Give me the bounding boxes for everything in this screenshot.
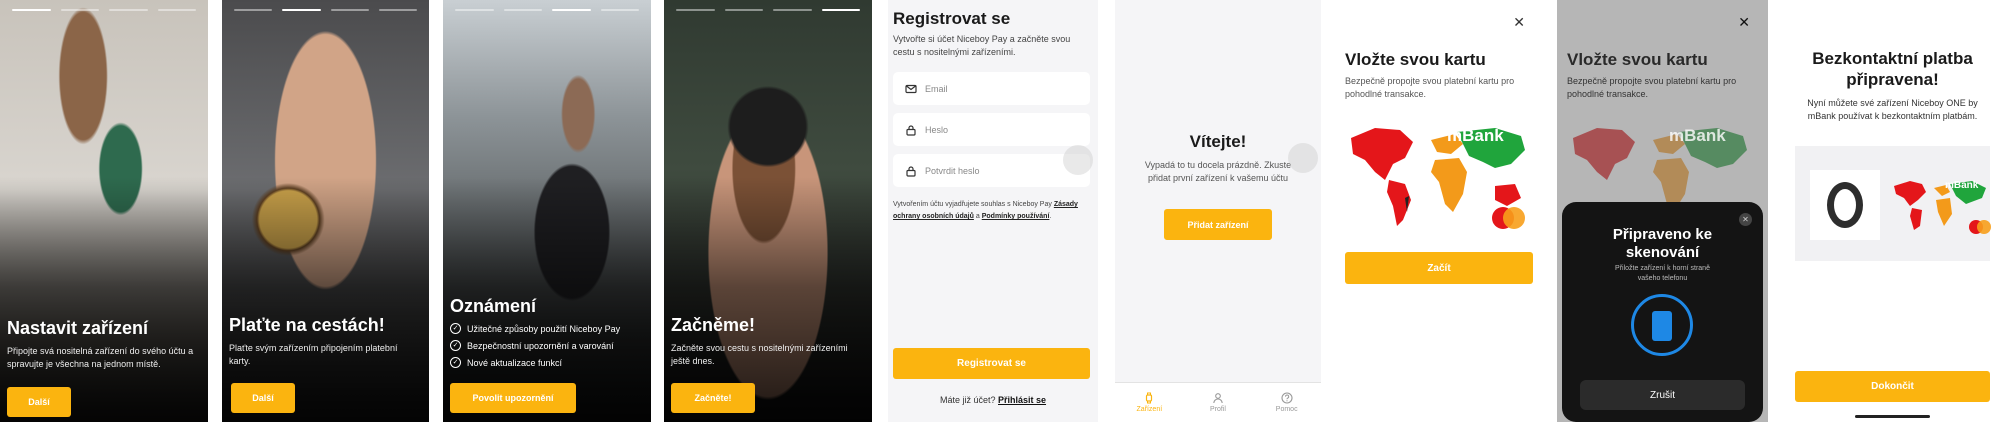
progress-indicator xyxy=(234,9,417,11)
mail-icon xyxy=(905,84,917,93)
onboarding-title: Oznámení xyxy=(450,296,537,316)
confirm-placeholder: Potvrdit heslo xyxy=(925,165,980,176)
enable-notifications-button[interactable]: Povolit upozornění xyxy=(450,383,576,413)
onboarding-screen-1: Nastavit zařízení Připojte svá nositelná… xyxy=(0,0,208,422)
next-button[interactable]: Další xyxy=(7,387,71,417)
feature-text: Bezpečnostní upozornění a varování xyxy=(467,340,614,351)
bank-logo: mBank xyxy=(1945,180,1979,191)
onboarding-text: Připojte svá nositelná zařízení do svého… xyxy=(7,346,194,369)
scan-screen: ✕ Vložte svou kartu Bezpečně propojte sv… xyxy=(1557,0,1768,422)
onboarding-title: Plaťte na cestách! xyxy=(229,315,385,335)
world-map-card-image xyxy=(1573,128,1747,210)
watch-icon xyxy=(1146,392,1153,404)
onboarding-screen-2: Plaťte na cestách! Plaťte svým zařízením… xyxy=(222,0,429,422)
feature-item: ✓ Užitečné způsoby použití Niceboy Pay xyxy=(450,323,620,334)
photo-shade xyxy=(0,177,208,422)
onboarding-text: Plaťte svým zařízením připojením platebn… xyxy=(229,343,398,366)
feature-item: ✓ Bezpečnostní upozornění a varování xyxy=(450,340,620,351)
onboarding-title: Nastavit zařízení xyxy=(7,318,149,338)
finish-button[interactable]: Dokončit xyxy=(1795,371,1990,402)
feature-item: ✓ Nové aktualizace funkcí xyxy=(450,357,620,368)
product-image-area: mBank xyxy=(1795,146,1993,261)
terms-suffix: . xyxy=(1049,213,1052,220)
login-row: Máte již účet? Přihlásit se xyxy=(888,395,1098,405)
email-field[interactable]: Email xyxy=(893,72,1090,105)
onboarding-screen-3: Oznámení ✓ Užitečné způsoby použití Niceb… xyxy=(443,0,651,422)
bank-logo: mBank xyxy=(1669,126,1726,145)
scroll-ghost xyxy=(1288,143,1318,173)
onboarding-text: Začněte svou cestu s nositelnými zařízen… xyxy=(671,343,848,366)
feature-list: ✓ Užitečné způsoby použití Niceboy Pay ✓ B… xyxy=(450,323,620,368)
lock-icon xyxy=(906,165,916,177)
tab-devices[interactable]: Zařízení xyxy=(1115,383,1184,422)
start-button[interactable]: Začít xyxy=(1345,252,1533,284)
help-icon xyxy=(1281,392,1293,404)
page-title: Vložte svou kartu xyxy=(1345,50,1486,69)
onboarding-screen-4: Začněme! Začněte svou cestu s nositelným… xyxy=(664,0,872,422)
page-title: Vložte svou kartu xyxy=(1567,50,1708,69)
register-button[interactable]: Registrovat se xyxy=(893,348,1090,379)
mastercard-logo xyxy=(1969,220,1993,234)
payment-ready-screen: Bezkontaktní platba připravena! Nyní můž… xyxy=(1785,0,2000,422)
close-icon[interactable]: ✕ xyxy=(1739,213,1752,226)
feature-text: Užitečné způsoby použití Niceboy Pay xyxy=(467,323,621,334)
close-icon[interactable]: ✕ xyxy=(1738,14,1750,31)
tab-label: Profil xyxy=(1210,406,1226,413)
page-title: Registrovat se xyxy=(893,9,1011,28)
welcome-screen: Vítejte! Vypadá to tu docela prázdně. Zk… xyxy=(1115,0,1321,422)
feature-text: Nové aktualizace funkcí xyxy=(467,357,563,368)
login-link[interactable]: Přihlásit se xyxy=(998,395,1046,405)
lock-icon xyxy=(906,124,916,136)
terms-text: Vytvořením účtu vyjadřujete souhlas s Ni… xyxy=(893,199,1093,223)
insert-card-screen: ✕ Vložte svou kartu Bezpečně propojte sv… xyxy=(1335,0,1543,422)
cancel-button[interactable]: Zrušit xyxy=(1580,380,1745,410)
terms-prefix: Vytvořením účtu vyjadřujete souhlas s Ni… xyxy=(893,201,1052,208)
progress-indicator xyxy=(676,9,860,11)
add-device-button[interactable]: Přidat zařízení xyxy=(1164,209,1272,240)
tab-profile[interactable]: Profil xyxy=(1184,383,1253,422)
check-icon: ✓ xyxy=(450,340,461,351)
start-button[interactable]: Začněte! xyxy=(671,383,755,413)
check-icon: ✓ xyxy=(450,357,461,368)
login-prompt: Máte již účet? xyxy=(939,395,996,405)
password-field[interactable]: Heslo xyxy=(893,113,1090,146)
page-subtitle: Bezpečně propojte svou platební kartu pr… xyxy=(1567,76,1737,99)
page-subtitle: Bezpečně propojte svou platební kartu pr… xyxy=(1345,76,1515,99)
check-icon: ✓ xyxy=(450,323,461,334)
user-icon xyxy=(1213,393,1223,404)
next-button[interactable]: Další xyxy=(231,383,295,413)
home-indicator xyxy=(1855,415,1930,418)
terms-link[interactable]: Podmínky používání xyxy=(982,213,1050,220)
screens-strip: Nastavit zařízení Připojte svá nositelná… xyxy=(0,0,2000,429)
tab-bar: Zařízení Profil Pomoc xyxy=(1115,382,1321,422)
sheet-text: Přiložte zařízení k horní straně vašeho … xyxy=(1615,265,1710,282)
progress-indicator xyxy=(12,9,196,11)
close-icon[interactable]: ✕ xyxy=(1513,14,1525,31)
ring-image xyxy=(1810,170,1880,240)
confirm-password-field[interactable]: Potvrdit heslo xyxy=(893,154,1090,187)
terms-and: a xyxy=(975,213,980,220)
tab-label: Pomoc xyxy=(1275,406,1298,413)
page-title: Bezkontaktní platba připravena! xyxy=(1812,49,1973,89)
scan-sheet: ✕ Připraveno ke skenování Přiložte zaříz… xyxy=(1562,202,1763,422)
tab-help[interactable]: Pomoc xyxy=(1252,383,1321,422)
page-subtitle: Nyní můžete své zařízení Niceboy ONE by … xyxy=(1807,98,1978,121)
register-screen: Registrovat se Vytvořte si účet Niceboy … xyxy=(888,0,1098,422)
bank-logo: mBank xyxy=(1447,126,1504,145)
email-placeholder: Email xyxy=(925,83,948,94)
page-subtitle: Vytvořte si účet Niceboy Pay a začněte s… xyxy=(893,34,1071,57)
progress-indicator xyxy=(455,9,639,11)
onboarding-title: Začněme! xyxy=(671,315,756,335)
tab-label: Zařízení xyxy=(1136,406,1163,413)
nfc-scan-icon xyxy=(1631,294,1693,356)
scroll-ghost xyxy=(1063,145,1093,175)
welcome-text: Vypadá to tu docela prázdně. Zkuste přid… xyxy=(1144,160,1292,183)
mastercard-logo xyxy=(1492,207,1525,229)
password-placeholder: Heslo xyxy=(925,124,949,135)
sheet-title: Připraveno ke skenování xyxy=(1612,226,1713,261)
